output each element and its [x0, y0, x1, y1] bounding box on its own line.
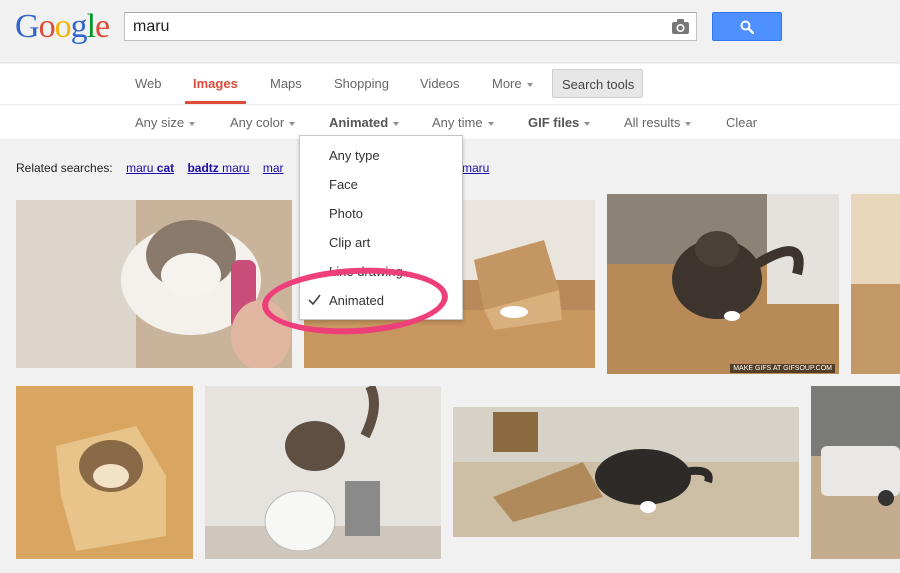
tool-results-label: All results [624, 115, 681, 130]
related-text: maru [218, 161, 250, 175]
tabs-bar: Web Images Maps Shopping Videos More Sea… [0, 64, 900, 105]
header: Google [0, 0, 900, 63]
tab-more[interactable]: More [492, 76, 533, 91]
cat-image [205, 386, 441, 559]
image-result[interactable] [16, 386, 193, 559]
search-button[interactable] [712, 12, 782, 41]
logo-letter: G [15, 8, 40, 45]
related-search-link[interactable]: badtz maru [187, 161, 249, 175]
logo-letter: l [86, 8, 97, 45]
tool-color-label: Any color [230, 115, 285, 130]
related-search-link[interactable]: maru [462, 161, 489, 175]
related-bold: cat [156, 161, 175, 175]
chevron-down-icon [289, 121, 296, 126]
logo-letter: g [70, 8, 88, 45]
cat-image [16, 200, 292, 368]
tab-more-label: More [492, 76, 522, 91]
logo-letter: e [95, 8, 110, 45]
search-icon [740, 20, 754, 34]
related-text: maru [462, 161, 490, 175]
image-result[interactable] [16, 200, 292, 368]
search-box[interactable] [124, 12, 697, 41]
tab-maps[interactable]: Maps [270, 76, 302, 91]
search-tools-label: Search tools [562, 77, 635, 92]
gifsoup-watermark: MAKE GIFS AT GIFSOUP.COM [730, 364, 835, 373]
cat-image [607, 194, 839, 374]
tool-time[interactable]: Any time [432, 115, 494, 130]
related-text: mar [262, 161, 284, 175]
tool-size-label: Any size [135, 115, 185, 130]
menu-item-any-type[interactable]: Any type [329, 148, 380, 163]
cat-image [851, 194, 900, 374]
cat-image [453, 407, 799, 537]
tool-file-type-label: GIF files [528, 115, 580, 130]
menu-item-face[interactable]: Face [329, 177, 358, 192]
image-result[interactable] [811, 386, 900, 559]
tool-size[interactable]: Any size [135, 115, 196, 130]
image-result[interactable] [453, 407, 799, 537]
google-logo[interactable]: Google [15, 8, 110, 46]
camera-icon[interactable] [671, 18, 690, 35]
search-input[interactable] [133, 18, 653, 36]
chevron-down-icon [526, 82, 533, 87]
tool-type-label: Animated [329, 115, 389, 130]
search-tools-button[interactable]: Search tools [552, 69, 643, 98]
tool-results[interactable]: All results [624, 115, 692, 130]
chevron-down-icon [584, 121, 591, 126]
active-tab-underline [185, 101, 246, 104]
related-search-link[interactable]: maru cat [126, 161, 174, 175]
tab-web[interactable]: Web [135, 76, 162, 91]
cat-image [811, 386, 900, 559]
related-bold: badtz [187, 161, 219, 175]
menu-item-clip-art[interactable]: Clip art [329, 235, 370, 250]
clear-link[interactable]: Clear [726, 115, 757, 130]
tool-file-type[interactable]: GIF files [528, 115, 591, 130]
logo-letter: o [54, 8, 72, 45]
tab-videos[interactable]: Videos [420, 76, 460, 91]
related-search-link[interactable]: mar [263, 161, 284, 175]
related-text: maru [126, 161, 157, 175]
tab-images[interactable]: Images [193, 76, 238, 91]
tool-type[interactable]: Animated [329, 115, 400, 130]
tool-time-label: Any time [432, 115, 483, 130]
related-searches: Related searches: maru cat badtz maru ma… [16, 161, 284, 175]
image-result[interactable] [205, 386, 441, 559]
image-result[interactable]: MAKE GIFS AT GIFSOUP.COM [607, 194, 839, 374]
tab-shopping[interactable]: Shopping [334, 76, 389, 91]
related-searches-label: Related searches: [16, 161, 113, 175]
image-result[interactable] [851, 194, 900, 374]
cat-image [16, 386, 193, 559]
tool-color[interactable]: Any color [230, 115, 296, 130]
chevron-down-icon [487, 121, 494, 126]
menu-item-photo[interactable]: Photo [329, 206, 363, 221]
chevron-down-icon [189, 121, 196, 126]
logo-letter: o [38, 8, 56, 45]
chevron-down-icon [685, 121, 692, 126]
chevron-down-icon [393, 121, 400, 126]
